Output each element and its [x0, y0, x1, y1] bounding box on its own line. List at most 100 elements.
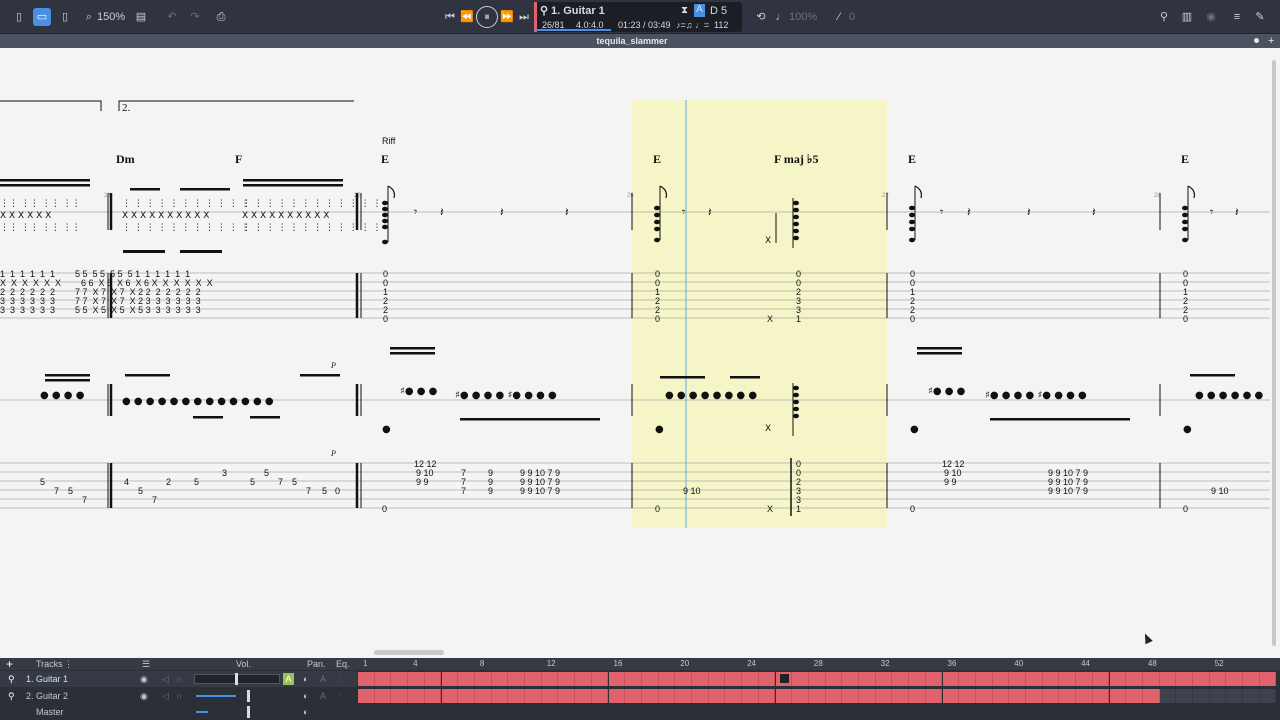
measure-clip[interactable]	[608, 672, 626, 686]
measure-clip[interactable]	[675, 672, 692, 686]
measure-clip[interactable]	[558, 672, 576, 686]
measure-clip[interactable]	[508, 672, 525, 686]
measure-clip[interactable]	[591, 689, 609, 703]
measure-clip[interactable]	[1026, 672, 1043, 686]
zoom-icon[interactable]: ⌕	[80, 8, 98, 26]
measure-clip[interactable]	[892, 672, 910, 686]
track-row-guitar1[interactable]: ⚲ 1. Guitar 1 ◉ ◁ ∩ A ◐ A ⫶	[0, 671, 357, 687]
measure-clip[interactable]	[725, 689, 743, 703]
measure-clip[interactable]	[975, 672, 993, 686]
measure-clip[interactable]	[541, 689, 559, 703]
measure-clip[interactable]	[474, 672, 492, 686]
skip-start-icon[interactable]: ⏮	[441, 8, 459, 26]
measure-clip[interactable]	[842, 689, 859, 703]
measure-clip[interactable]	[391, 672, 409, 686]
measure-clip[interactable]	[859, 672, 876, 686]
automation-a-icon[interactable]: A	[283, 673, 294, 685]
measure-clip[interactable]	[525, 689, 542, 703]
timeline-ruler[interactable]: 1 4 8 12 16 20 24 28 32 36 40 44 48 52	[357, 658, 1280, 670]
measure-clip[interactable]	[808, 689, 826, 703]
measure-clip[interactable]	[358, 672, 375, 686]
automation-icon[interactable]: A	[320, 690, 326, 702]
measure-clip[interactable]	[1176, 672, 1193, 686]
pan-knob-icon[interactable]: ◐	[303, 706, 308, 718]
tracks-menu-icon[interactable]: ⋮	[64, 658, 73, 670]
measure-clip[interactable]	[808, 672, 826, 686]
pause-icon[interactable]: ⏸	[476, 6, 498, 28]
score-canvas[interactable]: 2. Riff Dm F E E F maj ♭5 E E 24 25 26 2…	[0, 48, 1270, 658]
pitch-icon[interactable]: ⁄	[830, 8, 848, 26]
measure-clip[interactable]	[1226, 672, 1244, 686]
measure-clip[interactable]	[1243, 672, 1260, 686]
measure-clip[interactable]	[658, 672, 676, 686]
measure-clip[interactable]	[1009, 672, 1026, 686]
measure-clip[interactable]	[1042, 689, 1060, 703]
print-icon[interactable]: ⎙	[212, 8, 230, 26]
measure-clip[interactable]	[391, 689, 409, 703]
measure-clip[interactable]	[792, 672, 809, 686]
measure-clip[interactable]	[708, 689, 726, 703]
eq-icon[interactable]: ⫶	[338, 673, 340, 685]
measure-clip[interactable]	[641, 689, 659, 703]
measure-clip[interactable]	[1142, 672, 1160, 686]
measure-clip[interactable]	[1259, 689, 1277, 703]
measure-clip[interactable]	[1193, 672, 1210, 686]
measure-clip[interactable]	[758, 689, 776, 703]
measure-clip[interactable]	[1176, 689, 1193, 703]
measure-clip[interactable]	[942, 689, 960, 703]
measure-clip[interactable]	[675, 689, 692, 703]
measure-clip[interactable]	[1026, 689, 1043, 703]
metronome-icon[interactable]: ⧗	[681, 5, 688, 17]
loop-icon[interactable]: ⟲	[752, 8, 770, 26]
layout-icon[interactable]: ▤	[132, 8, 150, 26]
measure-clip[interactable]	[842, 672, 859, 686]
measure-clip[interactable]	[575, 689, 592, 703]
tuner-icon[interactable]: A	[694, 4, 705, 17]
track-row-master[interactable]: Master ◐	[0, 705, 357, 720]
redo-icon[interactable]: ↷	[186, 8, 204, 26]
measure-clip[interactable]	[959, 689, 976, 703]
measure-clip[interactable]	[558, 689, 576, 703]
eq-icon[interactable]: ⫶	[338, 690, 340, 702]
measure-clip[interactable]	[1059, 689, 1077, 703]
measure-clip[interactable]	[708, 672, 726, 686]
measure-clip[interactable]	[859, 689, 876, 703]
measure-clip[interactable]	[1092, 689, 1110, 703]
panel-right-icon[interactable]: ▯	[56, 8, 74, 26]
measure-clip[interactable]	[424, 689, 442, 703]
visibility-eye-icon[interactable]: ◉	[140, 690, 148, 702]
zoom-level[interactable]: 150%	[97, 9, 125, 25]
measure-clip[interactable]	[909, 672, 926, 686]
guitar2-measure-clips[interactable]	[358, 688, 1280, 704]
measure-clip[interactable]	[992, 689, 1010, 703]
measure-clip[interactable]	[892, 689, 910, 703]
measure-clip[interactable]	[441, 672, 459, 686]
measure-clip[interactable]	[792, 689, 809, 703]
measure-clip[interactable]	[775, 689, 793, 703]
document-title[interactable]: tequila_slammer	[0, 34, 1264, 48]
solo-headphones-icon[interactable]: ∩	[176, 673, 182, 685]
measure-clip[interactable]	[625, 672, 642, 686]
add-tab-icon[interactable]: +	[1268, 34, 1274, 48]
measure-clip[interactable]	[925, 689, 943, 703]
pan-knob-icon[interactable]: ◐	[303, 673, 308, 685]
page-view-icon[interactable]: ▭	[33, 8, 51, 26]
measure-clip[interactable]	[692, 689, 709, 703]
volume-slider[interactable]	[196, 711, 208, 713]
volume-slider-handle[interactable]	[235, 673, 238, 685]
measure-clip[interactable]	[458, 672, 475, 686]
measure-clip[interactable]	[525, 672, 542, 686]
volume-slider-handle[interactable]	[247, 690, 250, 702]
measure-clip[interactable]	[491, 689, 509, 703]
measure-clip[interactable]	[909, 689, 926, 703]
measure-clip[interactable]	[1076, 689, 1093, 703]
measure-clip[interactable]	[692, 672, 709, 686]
track-name[interactable]: 2. Guitar 2	[26, 690, 68, 702]
measure-clip[interactable]	[474, 689, 492, 703]
measure-clip[interactable]	[1042, 672, 1060, 686]
volume-slider-handle[interactable]	[247, 706, 250, 718]
measure-clip[interactable]	[608, 689, 626, 703]
measure-clip[interactable]	[1193, 689, 1210, 703]
measure-clip[interactable]	[374, 672, 392, 686]
measure-clip[interactable]	[1109, 672, 1127, 686]
